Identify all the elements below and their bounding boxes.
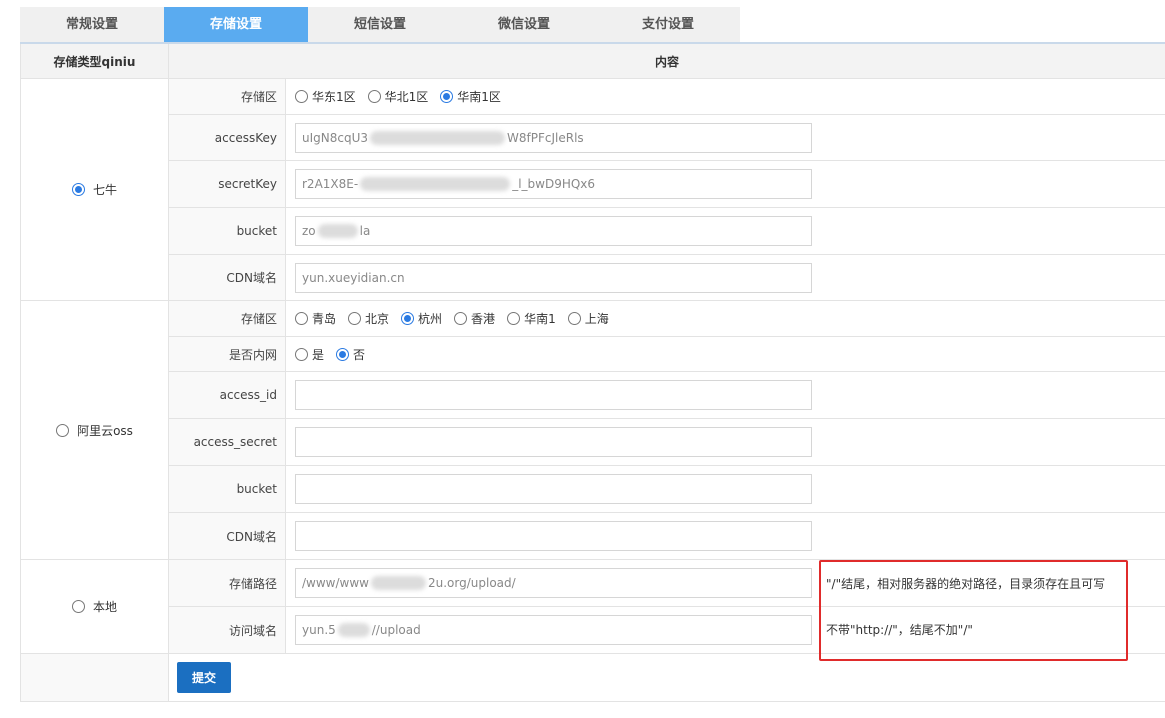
tab-sms[interactable]: 短信设置 <box>308 7 452 43</box>
radio-checked-icon <box>336 347 350 361</box>
aliyun-bucket-row: bucket <box>169 466 1165 513</box>
aliyun-access-id-label: access_id <box>169 372 286 418</box>
local-domain-input[interactable]: yun.5//upload <box>295 615 812 645</box>
qiniu-radio[interactable]: 七牛 <box>71 181 117 198</box>
header-content: 内容 <box>169 44 1165 79</box>
radio-icon <box>567 312 581 325</box>
qiniu-secret-key-label: secretKey <box>169 161 286 207</box>
aliyun-access-secret-row: access_secret <box>169 419 1165 466</box>
qiniu-cdn-label: CDN域名 <box>169 255 286 300</box>
storage-type-aliyun[interactable]: 阿里云oss <box>20 301 169 560</box>
aliyun-region-hangzhou[interactable]: 杭州 <box>401 310 442 327</box>
radio-checked-icon <box>71 183 85 196</box>
qiniu-secret-key-input[interactable]: r2A1X8E- _l_bwD9HQx6 <box>295 169 812 199</box>
tab-wechat[interactable]: 微信设置 <box>452 7 596 43</box>
aliyun-intranet-label: 是否内网 <box>169 337 286 371</box>
tab-general[interactable]: 常规设置 <box>20 7 164 43</box>
radio-checked-icon <box>401 312 415 325</box>
aliyun-region-label: 存储区 <box>169 301 286 336</box>
storage-type-local[interactable]: 本地 <box>20 560 169 654</box>
aliyun-region-shanghai[interactable]: 上海 <box>567 310 609 327</box>
local-path-label: 存储路径 <box>169 560 286 606</box>
aliyun-radio[interactable]: 阿里云oss <box>56 422 133 439</box>
aliyun-bucket-label: bucket <box>169 466 286 512</box>
radio-icon <box>295 312 308 325</box>
settings-tabs: 常规设置 存储设置 短信设置 微信设置 支付设置 <box>20 7 740 43</box>
aliyun-access-secret-input[interactable] <box>295 427 812 457</box>
qiniu-region-row: 存储区 华东1区 华北1区 华南1区 <box>169 79 1165 115</box>
radio-icon <box>348 312 362 325</box>
local-path-input[interactable]: /www/www 2u.org/upload/ <box>295 568 812 598</box>
qiniu-region-north[interactable]: 华北1区 <box>367 88 428 105</box>
qiniu-bucket-row: bucket zo la <box>169 208 1165 255</box>
qiniu-bucket-input[interactable]: zo la <box>295 216 812 246</box>
radio-icon <box>56 423 70 437</box>
radio-icon <box>507 312 521 325</box>
radio-icon <box>295 90 308 103</box>
radio-icon <box>71 600 85 613</box>
aliyun-region-qingdao[interactable]: 青岛 <box>295 310 336 327</box>
qiniu-region-label: 存储区 <box>169 79 286 114</box>
radio-icon <box>454 312 468 325</box>
radio-icon <box>367 90 381 103</box>
aliyun-intranet-row: 是否内网 是 否 <box>169 337 1165 372</box>
aliyun-region-hongkong[interactable]: 香港 <box>454 310 495 327</box>
aliyun-region-south1[interactable]: 华南1 <box>507 310 556 327</box>
aliyun-intranet-no[interactable]: 否 <box>336 346 365 363</box>
aliyun-cdn-label: CDN域名 <box>169 513 286 559</box>
qiniu-cdn-row: CDN域名 yun.xueyidian.cn <box>169 255 1165 301</box>
qiniu-cdn-input[interactable]: yun.xueyidian.cn <box>295 262 812 293</box>
aliyun-bucket-input[interactable] <box>295 474 812 504</box>
qiniu-access-key-label: accessKey <box>169 115 286 160</box>
redaction-blur <box>337 623 370 637</box>
aliyun-intranet-yes[interactable]: 是 <box>295 346 324 363</box>
qiniu-access-key-input[interactable]: uIgN8cqU3 W8fPFcJleRls <box>295 122 812 153</box>
header-storage-type: 存储类型qiniu <box>20 44 169 79</box>
highlight-box <box>819 560 1128 661</box>
redaction-blur <box>370 576 426 590</box>
redaction-blur <box>360 177 511 191</box>
submit-button[interactable]: 提交 <box>177 662 231 693</box>
radio-checked-icon <box>440 90 454 103</box>
qiniu-bucket-label: bucket <box>169 208 286 254</box>
redaction-blur <box>317 224 358 238</box>
storage-type-qiniu[interactable]: 七牛 <box>20 79 169 301</box>
redaction-blur <box>370 130 506 145</box>
qiniu-access-key-row: accessKey uIgN8cqU3 W8fPFcJleRls <box>169 115 1165 161</box>
tab-payment[interactable]: 支付设置 <box>596 7 740 43</box>
aliyun-cdn-input[interactable] <box>295 521 812 551</box>
aliyun-access-secret-label: access_secret <box>169 419 286 465</box>
aliyun-access-id-row: access_id <box>169 372 1165 419</box>
local-radio[interactable]: 本地 <box>71 598 117 615</box>
aliyun-region-row: 存储区 青岛 北京 杭州 香港 华南1 上海 <box>169 301 1165 337</box>
radio-icon <box>295 347 308 361</box>
qiniu-secret-key-row: secretKey r2A1X8E- _l_bwD9HQx6 <box>169 161 1165 208</box>
qiniu-region-south[interactable]: 华南1区 <box>440 88 501 105</box>
qiniu-region-east[interactable]: 华东1区 <box>295 88 356 105</box>
local-domain-label: 访问域名 <box>169 607 286 653</box>
aliyun-region-beijing[interactable]: 北京 <box>348 310 389 327</box>
aliyun-cdn-row: CDN域名 <box>169 513 1165 560</box>
aliyun-access-id-input[interactable] <box>295 380 812 410</box>
tab-storage[interactable]: 存储设置 <box>164 7 308 43</box>
